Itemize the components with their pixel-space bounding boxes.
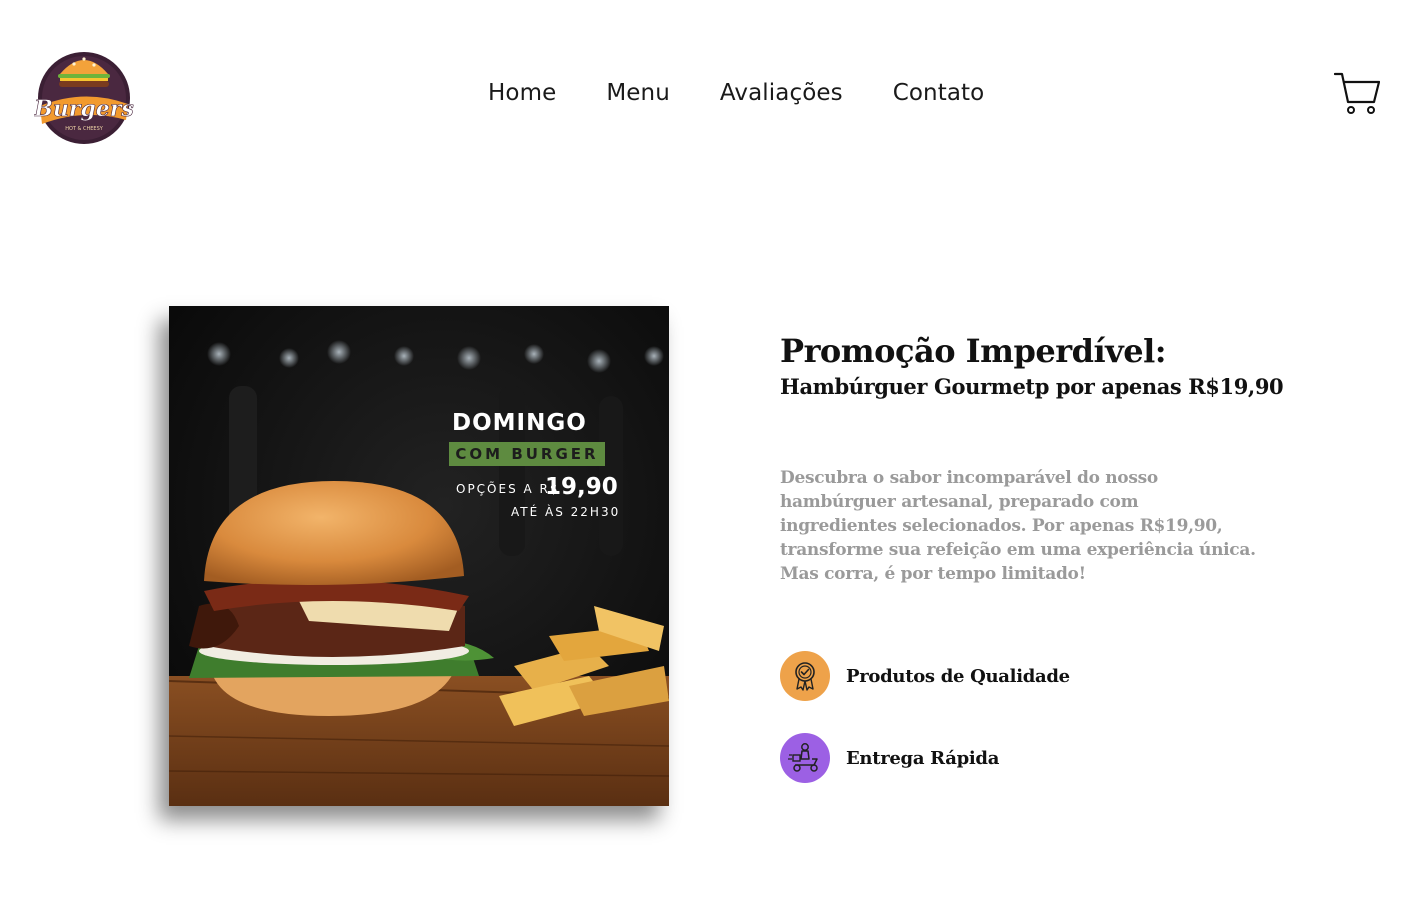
nav-link-menu[interactable]: Menu [606,80,670,106]
overlay-options-label: OPÇÕES A R$ [456,482,560,496]
nav-link-avaliacoes[interactable]: Avaliações [720,80,843,106]
quality-badge-icon [780,651,830,701]
delivery-scooter-icon [780,733,830,783]
promo-title: Promoção Imperdível: [780,332,1167,370]
promo-subtitle: Hambúrguer Gourmetp por apenas R$19,90 [780,374,1284,399]
burger-photo [169,306,669,806]
promo-burger-image: DOMINGO COM BURGER OPÇÕES A R$ 19,90 ATÉ… [169,306,669,806]
logo-wordmark: Burgers [34,96,134,122]
promo-description: Descubra o sabor incomparável do nosso h… [780,468,1256,584]
feature-quality-label: Produtos de Qualidade [846,665,1070,687]
nav-item-avaliacoes: Avaliações [720,78,843,108]
main-nav: Home Menu Avaliações Contato [488,78,984,108]
feature-delivery: Entrega Rápida [780,733,999,783]
nav-item-menu: Menu [606,78,670,108]
burger-logo-icon: Burgers HOT & CHEESY [33,52,134,144]
overlay-until-time: ATÉ ÀS 22H30 [511,505,621,519]
nav-link-contato[interactable]: Contato [893,80,985,106]
logo-tagline: HOT & CHEESY [65,126,104,132]
overlay-title: DOMINGO [452,410,587,436]
nav-item-home: Home [488,78,556,108]
cart-button[interactable] [1333,70,1381,116]
nav-link-home[interactable]: Home [488,80,556,106]
overlay-price: 19,90 [545,474,618,500]
overlay-subtitle-band: COM BURGER [449,442,605,466]
burgers-logo[interactable]: Burgers HOT & CHEESY [33,44,134,144]
nav-item-contato: Contato [893,78,985,108]
feature-delivery-label: Entrega Rápida [846,747,1000,769]
shopping-cart-icon [1333,72,1381,114]
feature-quality: Produtos de Qualidade [780,651,1070,701]
